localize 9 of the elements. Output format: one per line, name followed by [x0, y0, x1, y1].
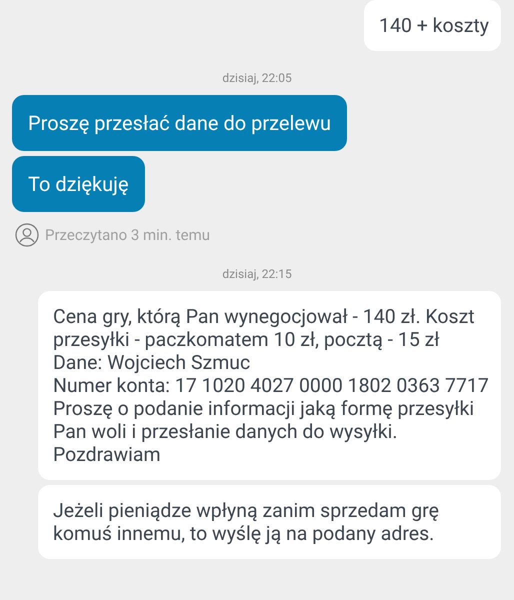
message-timestamp: dzisiaj, 22:05 [222, 70, 292, 87]
received-message-bubble: Cena gry, którą Pan wynegocjował - 140 zł. Koszt przesyłki - paczkomatem 10 zł, pocztą - 15 zł Dane: Wojciech Szmuc Numer konta: 17 1020 4027 0000 1802 0363 7717 Proszę o podanie informacji jaką formę przesyłki Pan woli i przesłanie danych do wysyłki. Pozdrawiam [38, 291, 501, 480]
user-icon [15, 223, 39, 247]
received-message-bubble: Jeżeli pieniądze wpłyną zanim sprzedam grę komuś innemu, to wyślę ją na podany adres. [38, 485, 501, 559]
sent-message-bubble: Proszę przesłać dane do przelewu [12, 95, 347, 151]
received-message-bubble: 140 + koszty [364, 0, 501, 51]
sent-message-bubble: To dziękuję [12, 156, 145, 212]
read-receipt-text: Przeczytano 3 min. temu [45, 224, 210, 246]
message-timestamp: dzisiaj, 22:15 [222, 266, 292, 283]
